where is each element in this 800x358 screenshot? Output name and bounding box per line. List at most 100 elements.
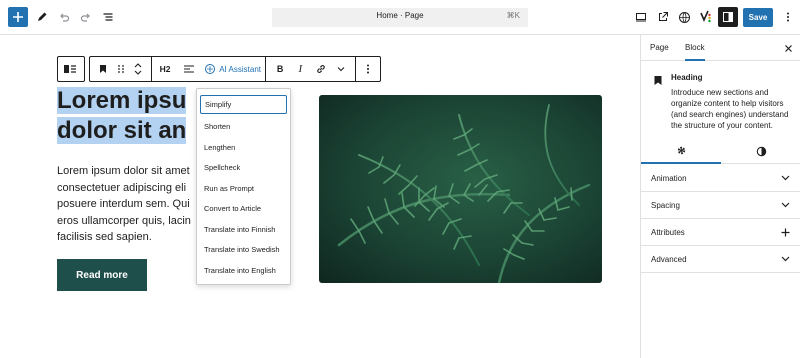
fern-image[interactable]: [319, 95, 602, 283]
menu-item-simplify[interactable]: Simplify: [200, 95, 287, 114]
bookmark-icon: [99, 65, 106, 73]
options-button[interactable]: [777, 6, 799, 28]
menu-item-shorten[interactable]: Shorten: [200, 117, 287, 136]
panel-label: Attributes: [651, 228, 685, 237]
paragraph-line: facilisis sed sapien.: [57, 231, 152, 243]
plus-icon: [13, 12, 23, 22]
translation-button[interactable]: [673, 6, 695, 28]
more-vertical-icon: [787, 12, 789, 22]
paragraph-line: eros ullamcorper quis, lacin: [57, 214, 191, 227]
panel-attributes[interactable]: Attributes: [641, 219, 800, 246]
heading-level-button[interactable]: H2: [156, 60, 174, 78]
tools-button[interactable]: [31, 6, 53, 28]
bold-icon: B: [276, 64, 284, 74]
gear-icon: [677, 146, 685, 154]
document-overview-button[interactable]: [97, 6, 119, 28]
link-icon: [316, 65, 325, 73]
list-view-icon: [103, 13, 113, 21]
more-vertical-icon: [367, 64, 369, 74]
globe-icon: [678, 11, 690, 23]
external-link-icon: [659, 12, 668, 21]
menu-item-spellcheck[interactable]: Spellcheck: [200, 158, 287, 177]
undo-icon: [60, 13, 70, 22]
command-palette-bar[interactable]: Home · Page ⌘K: [272, 8, 528, 27]
chevron-down-icon: [779, 199, 791, 211]
yoast-icon: [700, 10, 711, 23]
menu-item-translate-english[interactable]: Translate into English: [200, 261, 287, 280]
desktop-icon: [636, 13, 646, 22]
ai-assistant-menu: Simplify Shorten Lengthen Spellcheck Run…: [196, 88, 291, 285]
italic-icon: I: [298, 63, 303, 75]
sidebar-tabs: Page Block: [641, 35, 800, 61]
paragraph-line: posuere interdum sem. Qui: [57, 198, 190, 210]
align-left-icon: [184, 65, 195, 73]
ai-assistant-button[interactable]: AI Assistant: [204, 63, 261, 75]
heading-block-icon: [653, 73, 663, 91]
menu-item-translate-swedish[interactable]: Translate into Swedish: [200, 240, 287, 259]
panel-advanced[interactable]: Advanced: [641, 246, 800, 273]
bookmark-icon: [654, 76, 662, 85]
settings-toggle-button[interactable]: [718, 7, 738, 27]
heading-line-2: dolor sit an: [57, 117, 187, 144]
chevron-up-down-icon: [134, 63, 142, 75]
panel-spacing[interactable]: Spacing: [641, 192, 800, 219]
ai-assistant-label: AI Assistant: [219, 64, 261, 74]
fern-photo: [319, 95, 602, 283]
save-button[interactable]: Save: [743, 8, 773, 27]
paragraph-block[interactable]: Lorem ipsum dolor sit amet consectetuer …: [57, 163, 217, 246]
sidebar-icon: [723, 12, 733, 22]
paragraph-line: Lorem ipsum dolor sit amet: [57, 165, 190, 177]
plus-icon: [779, 226, 791, 238]
block-inspector-tabs: [641, 138, 800, 164]
close-icon: [784, 44, 792, 52]
chevron-down-icon: [779, 253, 791, 265]
view-page-button[interactable]: [652, 6, 674, 28]
parent-block-selector[interactable]: [57, 56, 85, 82]
undo-button[interactable]: [53, 6, 75, 28]
align-text-button[interactable]: [180, 60, 198, 78]
more-rich-text-button[interactable]: [332, 60, 350, 78]
heading-line-1: Lorem ipsu: [57, 87, 187, 114]
yoast-seo-button[interactable]: [695, 6, 717, 28]
ai-assistant-icon: [205, 64, 216, 74]
paragraph-line: consectetuer adipiscing eli: [57, 181, 187, 194]
redo-icon: [80, 13, 90, 22]
panel-animation[interactable]: Animation: [641, 165, 800, 192]
tab-block-settings[interactable]: [641, 138, 721, 164]
tab-page[interactable]: Page: [650, 43, 669, 52]
block-card-description: Introduce new sections and organize cont…: [671, 88, 789, 130]
preview-button[interactable]: [630, 6, 652, 28]
panel-label: Spacing: [651, 201, 680, 210]
block-toolbar: H2 AI Assistant B I: [89, 56, 381, 82]
drag-icon: [117, 65, 124, 73]
contrast-icon: [756, 146, 766, 156]
italic-button[interactable]: I: [291, 60, 309, 78]
close-sidebar-button[interactable]: [781, 41, 795, 55]
block-options-button[interactable]: [360, 60, 376, 78]
block-type-button[interactable]: [94, 60, 112, 78]
panel-label: Animation: [651, 174, 687, 183]
panel-label: Advanced: [651, 255, 687, 264]
chevron-down-icon: [337, 67, 345, 72]
shortcut-hint: ⌘K: [506, 11, 520, 20]
settings-sidebar: Page Block Heading Introduce new section…: [640, 35, 800, 358]
read-more-button[interactable]: Read more: [57, 259, 147, 291]
drag-handle[interactable]: [112, 60, 130, 78]
pencil-icon: [38, 12, 47, 21]
bold-button[interactable]: B: [271, 60, 289, 78]
redo-button[interactable]: [75, 6, 97, 28]
move-up-down-buttons[interactable]: [129, 60, 147, 78]
menu-item-translate-finnish[interactable]: Translate into Finnish: [200, 220, 287, 239]
link-button[interactable]: [312, 60, 330, 78]
block-inserter-button[interactable]: [8, 7, 28, 27]
chevron-down-icon: [779, 172, 791, 184]
columns-icon: [64, 65, 76, 73]
tab-block[interactable]: Block: [685, 43, 705, 61]
document-title: Home · Page: [376, 11, 424, 20]
menu-item-convert-to-article[interactable]: Convert to Article: [200, 199, 287, 218]
editor-topbar: Home · Page ⌘K Save: [0, 0, 800, 35]
block-card-title: Heading: [671, 73, 703, 82]
menu-item-run-as-prompt[interactable]: Run as Prompt: [200, 179, 287, 198]
menu-item-lengthen[interactable]: Lengthen: [200, 138, 287, 157]
tab-block-styles[interactable]: [721, 138, 800, 164]
